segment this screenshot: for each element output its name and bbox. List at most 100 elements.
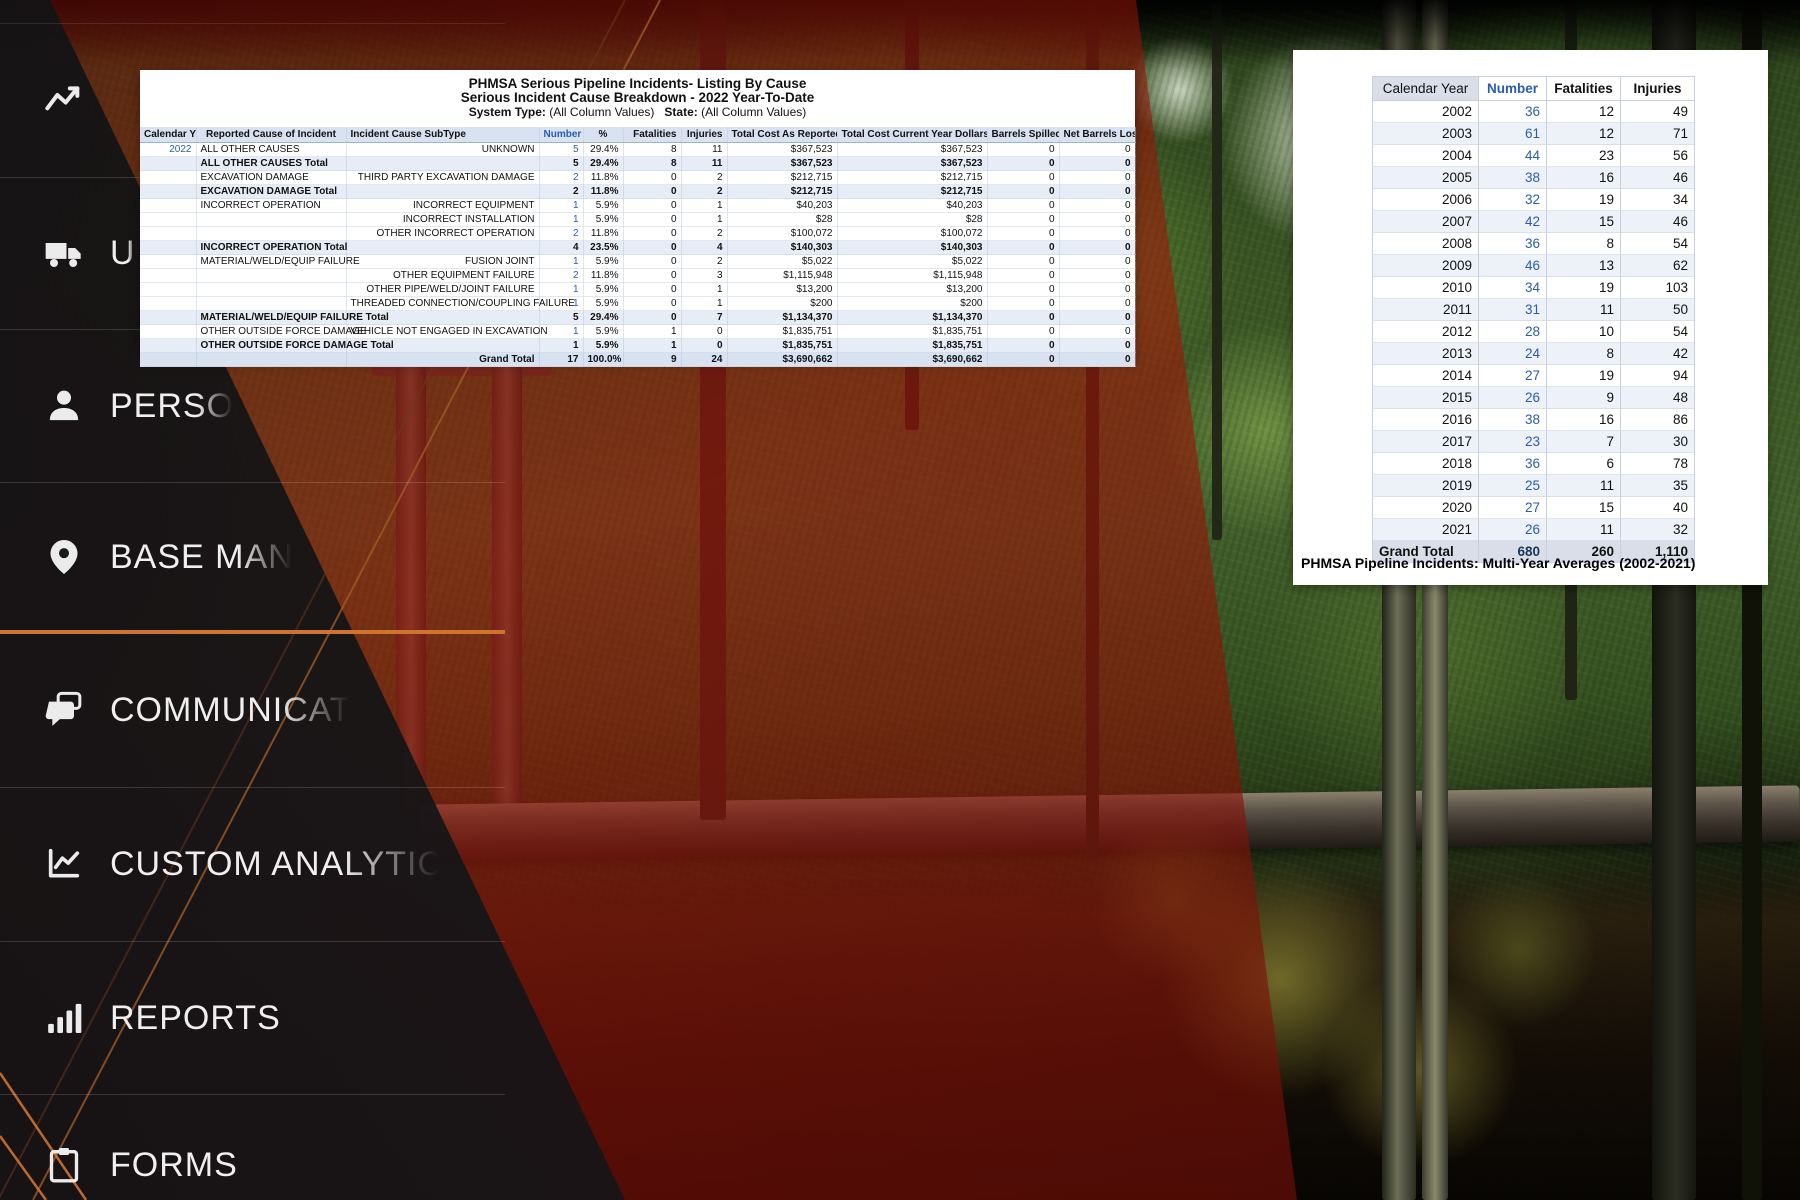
filter-system-label: System Type:	[469, 105, 546, 119]
sidebar-item-base-management[interactable]: BASE MAN	[0, 530, 505, 584]
cell-injuries: 32	[1621, 519, 1695, 541]
table-row: 201526948	[1373, 387, 1695, 409]
filter-system-value: (All Column Values)	[549, 105, 654, 119]
cell-number[interactable]: 24	[1479, 343, 1547, 365]
cell-f: 8	[623, 157, 681, 171]
cell-number[interactable]: 27	[1479, 497, 1547, 519]
cell-pct: 100.0%	[583, 353, 623, 367]
cell-c2: $3,690,662	[837, 353, 987, 367]
table-row: 2004442356	[1373, 145, 1695, 167]
cell-number[interactable]: 34	[1479, 277, 1547, 299]
cell-c1: $40,203	[727, 199, 837, 213]
sidebar-item-forms[interactable]: FORMS	[0, 1138, 505, 1192]
cell-number[interactable]: 38	[1479, 167, 1547, 189]
cell-c2: $200	[837, 297, 987, 311]
cell-n: 2	[539, 185, 583, 199]
cell-pct: 29.4%	[583, 311, 623, 325]
cell-n[interactable]: 1	[539, 255, 583, 269]
cell-fatalities: 15	[1547, 497, 1621, 519]
cell-i: 1	[681, 283, 727, 297]
cell-f: 9	[623, 353, 681, 367]
cell-fatalities: 8	[1547, 233, 1621, 255]
table-row: 2002361249	[1373, 101, 1695, 123]
cell-i: 2	[681, 185, 727, 199]
cell-number[interactable]: 61	[1479, 123, 1547, 145]
cell-n[interactable]: 1	[539, 213, 583, 227]
table-row: 201836678	[1373, 453, 1695, 475]
cell-number[interactable]: 42	[1479, 211, 1547, 233]
sidebar-item-personnel[interactable]: PERSO	[0, 379, 505, 433]
cell-f: 0	[623, 311, 681, 325]
cell-fatalities: 7	[1547, 431, 1621, 453]
cell-c1: $100,072	[727, 227, 837, 241]
cell-c2: $1,835,751	[837, 325, 987, 339]
cell-year: 2014	[1373, 365, 1479, 387]
table-row: THREADED CONNECTION/COUPLING FAILURE15.9…	[140, 297, 1135, 311]
sidebar-item-custom-analytics[interactable]: CUSTOM ANALYTIC	[0, 837, 505, 891]
sidebar-divider	[0, 941, 505, 942]
cell-c2: $1,835,751	[837, 339, 987, 353]
cell-n[interactable]: 2	[539, 171, 583, 185]
cell-fatalities: 16	[1547, 167, 1621, 189]
cell-number[interactable]: 27	[1479, 365, 1547, 387]
cell-number[interactable]: 38	[1479, 409, 1547, 431]
table-caption: PHMSA Pipeline Incidents: Multi-Year Ave…	[1301, 555, 1695, 571]
cell-number[interactable]: 23	[1479, 431, 1547, 453]
table-row: 201723730	[1373, 431, 1695, 453]
cell-year	[140, 185, 196, 199]
sidebar-item-communications[interactable]: COMMUNICAT	[0, 683, 505, 737]
cell-number[interactable]: 44	[1479, 145, 1547, 167]
cell-number[interactable]: 25	[1479, 475, 1547, 497]
cell-injuries: 103	[1621, 277, 1695, 299]
chat-icon	[42, 688, 86, 732]
cell-c1: $3,690,662	[727, 353, 837, 367]
cell-year: 2019	[1373, 475, 1479, 497]
cell-nb: 0	[1059, 353, 1135, 367]
cell-nb: 0	[1059, 185, 1135, 199]
cell-number[interactable]: 36	[1479, 101, 1547, 123]
cell-injuries: 42	[1621, 343, 1695, 365]
table-row: 201324842	[1373, 343, 1695, 365]
cell-year: 2008	[1373, 233, 1479, 255]
cell-n[interactable]: 1	[539, 283, 583, 297]
table-row: ALL OTHER CAUSES Total529.4%811$367,523$…	[140, 157, 1135, 171]
cell-number[interactable]: 32	[1479, 189, 1547, 211]
table-row: INCORRECT OPERATIONINCORRECT EQUIPMENT15…	[140, 199, 1135, 213]
col-header: Fatalities	[1547, 77, 1621, 101]
cell-number[interactable]: 26	[1479, 519, 1547, 541]
cell-b: 0	[987, 339, 1059, 353]
cell-number[interactable]: 36	[1479, 233, 1547, 255]
cell-fatalities: 19	[1547, 189, 1621, 211]
cell-injuries: 78	[1621, 453, 1695, 475]
cell-n[interactable]: 2	[539, 227, 583, 241]
cell-year[interactable]: 2022	[140, 143, 196, 157]
sidebar-item-reports[interactable]: REPORTS	[0, 991, 505, 1045]
sidebar-item-label: COMMUNICAT	[110, 691, 352, 730]
cell-n: 5	[539, 311, 583, 325]
cell-number[interactable]: 26	[1479, 387, 1547, 409]
cell-pct: 5.9%	[583, 283, 623, 297]
table-row: MATERIAL/WELD/EQUIP FAILURE Total529.4%0…	[140, 311, 1135, 325]
cell-b: 0	[987, 325, 1059, 339]
cell-n[interactable]: 2	[539, 269, 583, 283]
cell-cause: OTHER OUTSIDE FORCE DAMAGE	[196, 325, 346, 339]
cell-number[interactable]: 31	[1479, 299, 1547, 321]
cell-injuries: 62	[1621, 255, 1695, 277]
table-row: 2022ALL OTHER CAUSESUNKNOWN529.4%811$367…	[140, 143, 1135, 157]
cell-f: 0	[623, 297, 681, 311]
sidebar-item-label: FORMS	[110, 1146, 238, 1185]
cell-number[interactable]: 36	[1479, 453, 1547, 475]
cell-sub: UNKNOWN	[346, 143, 539, 157]
cell-b: 0	[987, 297, 1059, 311]
cell-n[interactable]: 1	[539, 199, 583, 213]
yearly-table: Calendar Year Number Fatalities Injuries…	[1372, 76, 1695, 563]
cell-f: 0	[623, 213, 681, 227]
cell-number[interactable]: 28	[1479, 321, 1547, 343]
cell-f: 0	[623, 283, 681, 297]
cell-year	[140, 255, 196, 269]
cell-n[interactable]: 5	[539, 143, 583, 157]
cell-cause	[196, 297, 346, 311]
cell-injuries: 49	[1621, 101, 1695, 123]
table-row: 2006321934	[1373, 189, 1695, 211]
cell-number[interactable]: 46	[1479, 255, 1547, 277]
